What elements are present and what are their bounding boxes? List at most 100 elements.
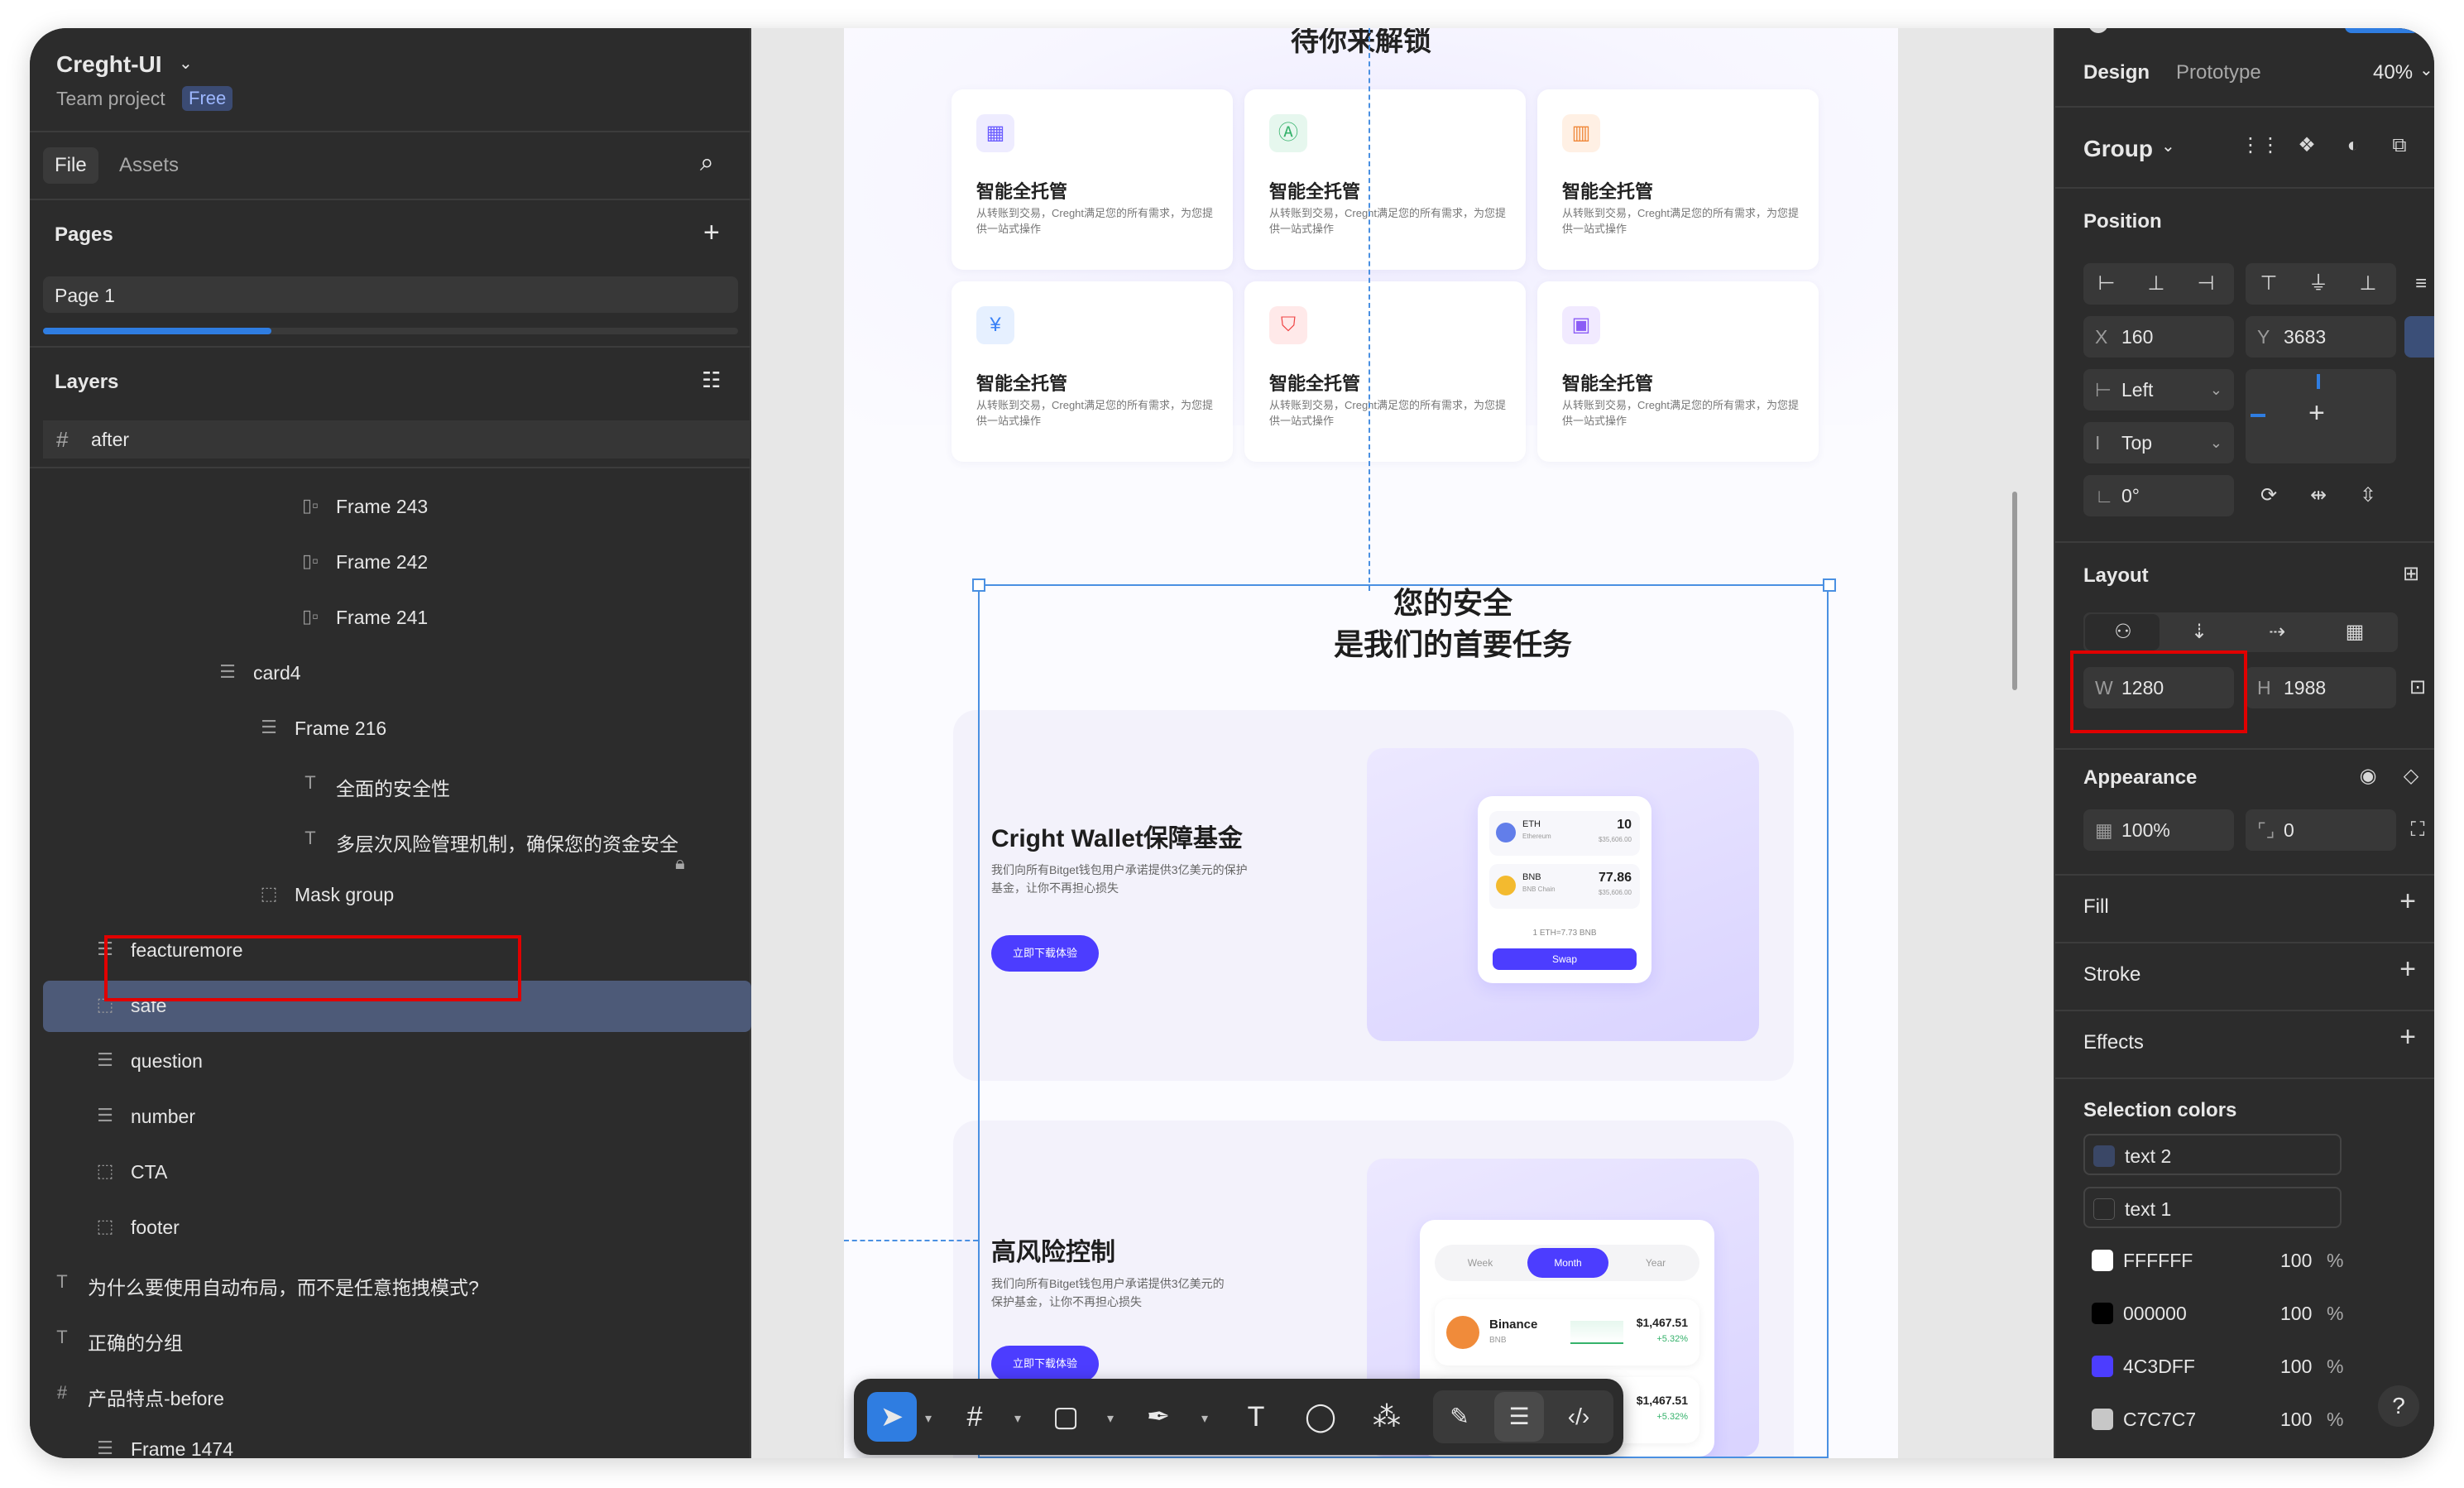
align-top-icon[interactable]: ⊤ <box>2247 262 2290 305</box>
chevron-down-icon[interactable]: ▾ <box>1107 1410 1114 1427</box>
layout-grid-wrap-icon[interactable]: ▦ <box>2333 611 2376 654</box>
dev-mode-icon[interactable]: ☰ <box>1494 1392 1544 1442</box>
resize-to-fit-icon[interactable]: ⊡ <box>2396 666 2434 709</box>
layer-row[interactable]: ⬚ CTA <box>30 1147 751 1198</box>
layer-row[interactable]: ▯▫ Frame 241 <box>30 593 751 644</box>
layer-row[interactable]: T 全面的安全性 <box>30 759 751 810</box>
add-fill-icon[interactable]: + <box>2399 886 2416 918</box>
search-icon[interactable]: ⌕ <box>700 149 714 177</box>
grid-icon[interactable]: ⋮⋮ <box>2239 124 2282 167</box>
independent-corners-icon[interactable]: ⛶ <box>2396 809 2434 852</box>
layer-root[interactable]: # after <box>43 420 751 458</box>
tab-assets[interactable]: Assets <box>119 154 179 177</box>
layout-horizontal-icon[interactable]: ⇢ <box>2255 611 2299 654</box>
chevron-down-icon[interactable]: ⌄ <box>2419 60 2433 80</box>
mask-icon[interactable]: ◐ <box>2332 124 2375 167</box>
layer-row[interactable]: ☰ number <box>30 1092 751 1143</box>
layout-vertical-icon[interactable]: ⇣ <box>2178 611 2221 654</box>
feature-card[interactable]: Ⓐ 智能全托管 从转账到交易，Creght满足您的所有需求，为您提供一站式操作 <box>1244 89 1526 270</box>
feature-card[interactable]: ¥ 智能全托管 从转账到交易，Creght满足您的所有需求，为您提供一站式操作 <box>952 281 1233 462</box>
draw-tool-icon[interactable]: ✎ <box>1435 1392 1484 1442</box>
layer-row[interactable]: ▯▫ Frame 243 <box>30 482 751 533</box>
share-button[interactable] <box>2345 28 2419 33</box>
y-value[interactable]: 3683 <box>2284 316 2326 358</box>
layer-row[interactable]: T 多层次风险管理机制，确保您的资金安全 <box>30 814 751 866</box>
layer-row[interactable]: T 正确的分组 <box>30 1313 751 1365</box>
layout-freeform-icon[interactable]: ⚇ <box>2102 611 2145 654</box>
layer-row[interactable]: ⬚ Mask group <box>30 870 751 921</box>
resize-handle-tl[interactable] <box>972 578 985 592</box>
chevron-down-icon[interactable]: ▾ <box>1201 1410 1208 1427</box>
color-swatch[interactable] <box>2092 1303 2113 1324</box>
scrollbar-thumb[interactable] <box>43 328 271 334</box>
color-opacity[interactable]: 100 <box>2280 1293 2312 1334</box>
chevron-down-icon[interactable]: ▾ <box>1014 1410 1021 1427</box>
color-swatch[interactable] <box>2093 1198 2115 1220</box>
selection-color-item[interactable]: 000000 100% <box>2083 1293 2348 1334</box>
layer-row[interactable]: ▯▫ Frame 242 <box>30 537 751 588</box>
align-bottom-icon[interactable]: ⊥ <box>2347 262 2390 305</box>
code-icon[interactable]: ‹/› <box>1554 1392 1604 1442</box>
rotation-field[interactable]: ∟ 0° <box>2083 475 2234 516</box>
color-opacity[interactable]: 100 <box>2280 1346 2312 1387</box>
rectangle-tool-icon[interactable]: ▢ <box>1041 1392 1091 1442</box>
selection-type[interactable]: Group <box>2083 136 2153 162</box>
color-swatch[interactable] <box>2092 1356 2113 1377</box>
selection-color-item[interactable]: FFFFFF 100% <box>2083 1240 2348 1281</box>
chevron-down-icon[interactable]: ⌄ <box>2161 136 2175 156</box>
add-effect-icon[interactable]: + <box>2399 1021 2416 1054</box>
zoom-level[interactable]: 40% <box>2373 61 2413 84</box>
layer-row[interactable]: ☰ Frame 1474 <box>30 1424 751 1458</box>
resize-handle-tr[interactable] <box>1823 578 1836 592</box>
feature-card[interactable]: ▦ 智能全托管 从转账到交易，Creght满足您的所有需求，为您提供一站式操作 <box>952 89 1233 270</box>
layer-row[interactable]: ☰ question <box>30 1036 751 1087</box>
v-constraint-select[interactable]: I Top ⌄ <box>2083 422 2234 463</box>
h-constraint-select[interactable]: ⊢ Left ⌄ <box>2083 369 2234 410</box>
add-stroke-icon[interactable]: + <box>2399 953 2416 986</box>
page-item[interactable]: Page 1 <box>43 276 738 313</box>
chevron-down-icon[interactable]: ▾ <box>925 1410 932 1427</box>
tab-design[interactable]: Design <box>2083 61 2150 84</box>
comment-tool-icon[interactable]: ◯ <box>1296 1392 1345 1442</box>
selection-frame[interactable] <box>978 584 1829 1458</box>
assets-tool-icon[interactable]: ⁂ <box>1362 1392 1412 1442</box>
selection-color-item[interactable]: 4C3DFF 100% <box>2083 1346 2348 1387</box>
constraint-widget[interactable]: + <box>2246 369 2396 463</box>
height-field[interactable]: H 1988 <box>2246 667 2396 708</box>
flip-horizontal-icon[interactable]: ⇹ <box>2297 474 2340 517</box>
rotation-value[interactable]: 0° <box>2121 475 2140 516</box>
text-tool-icon[interactable]: T <box>1231 1392 1281 1442</box>
boolean-icon[interactable]: ⧉ <box>2378 124 2421 167</box>
opacity-field[interactable]: ▦ 100% <box>2083 809 2234 851</box>
color-opacity[interactable]: 100 <box>2280 1240 2312 1281</box>
layer-row[interactable]: ☰ card4 <box>30 648 751 699</box>
constraint-toggle[interactable] <box>2404 316 2434 358</box>
distribute-icon[interactable]: ≡ <box>2399 262 2434 305</box>
layer-row[interactable]: T 为什么要使用自动布局，而不是任意拖拽模式? <box>30 1258 751 1309</box>
layer-row[interactable]: ⬚ footer <box>30 1202 751 1254</box>
chevron-down-icon[interactable]: ⌄ <box>179 53 193 74</box>
corner-radius-field[interactable]: ⌜⌟ 0 <box>2246 809 2396 851</box>
color-swatch[interactable] <box>2092 1250 2113 1271</box>
flip-vertical-icon[interactable]: ⇳ <box>2347 474 2390 517</box>
collapse-layers-icon[interactable]: ☷ <box>702 367 721 393</box>
scrollbar-track[interactable] <box>43 328 738 334</box>
frame-tool-icon[interactable]: # <box>950 1392 1000 1442</box>
height-value[interactable]: 1988 <box>2284 667 2326 708</box>
tab-prototype[interactable]: Prototype <box>2176 61 2261 84</box>
opacity-value[interactable]: 100% <box>2121 809 2170 851</box>
layer-row[interactable]: ☰ Frame 216 <box>30 703 751 755</box>
color-opacity[interactable]: 100 <box>2280 1399 2312 1440</box>
layer-row[interactable]: # 产品特点-before <box>30 1369 751 1420</box>
tab-file[interactable]: File <box>43 147 98 184</box>
move-tool-icon[interactable]: ➤ <box>867 1392 917 1442</box>
layout-grid-icon[interactable]: ⊞ <box>2390 553 2433 596</box>
lock-icon[interactable]: 🔒︎ <box>675 852 685 874</box>
design-canvas[interactable]: 待你来解锁 ▦ 智能全托管 从转账到交易，Creght满足您的所有需求，为您提供一站… <box>751 28 2054 1458</box>
blend-mode-icon[interactable]: ◇ <box>2390 755 2433 798</box>
y-field[interactable]: Y 3683 <box>2246 316 2396 358</box>
help-button[interactable]: ? <box>2378 1385 2419 1427</box>
x-field[interactable]: X 160 <box>2083 316 2234 358</box>
add-page-icon[interactable]: + <box>703 217 720 249</box>
feature-card[interactable]: ▣ 智能全托管 从转账到交易，Creght满足您的所有需求，为您提供一站式操作 <box>1537 281 1819 462</box>
